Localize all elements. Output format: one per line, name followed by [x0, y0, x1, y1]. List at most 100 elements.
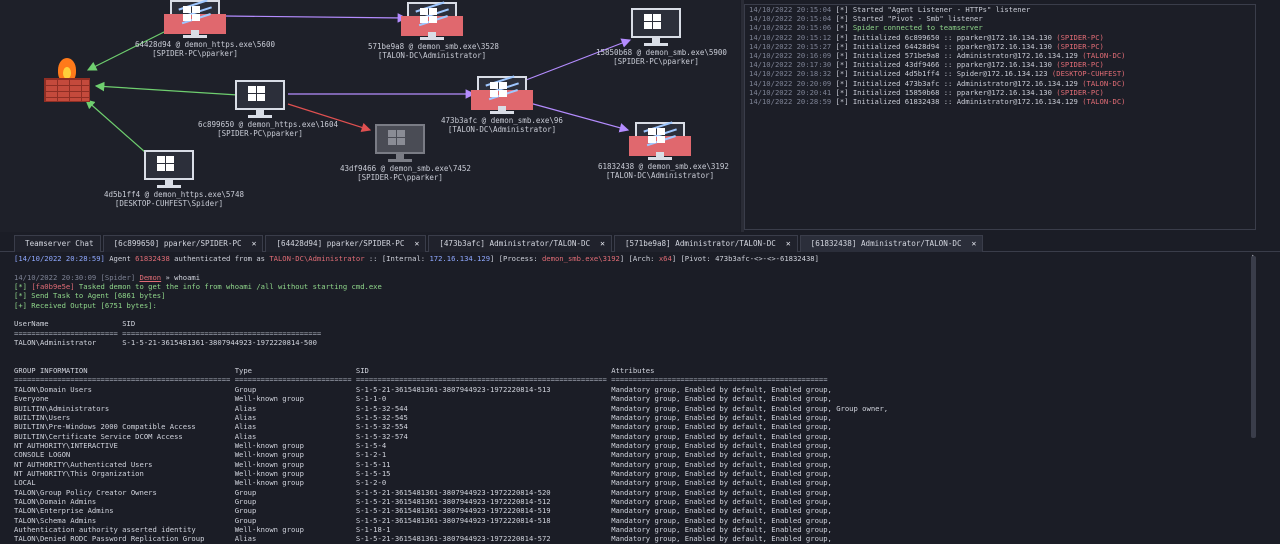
tab-1[interactable]: [6c899650] pparker/SPIDER-PC ✕	[102, 235, 264, 252]
group-cell: S-1-1-0	[355, 394, 612, 404]
agent-node-6c899650[interactable]: 6c899650 @ demon_https.exe\1604 [SPIDER-…	[198, 80, 338, 138]
close-icon[interactable]: ✕	[414, 236, 419, 252]
group-cell: S-1-5-32-545	[355, 412, 612, 422]
tab-4[interactable]: [571be9a8] Administrator/TALON-DC ✕	[613, 235, 798, 252]
event-highlight: (TALON-DC)	[1082, 97, 1126, 107]
agent-console-output[interactable]: [14/10/2022 20:28:59] Agent 61832438 aut…	[14, 254, 1250, 544]
group-cell: S-1-5-21-3615481361-3807944923-197222081…	[355, 487, 612, 497]
event-timestamp: 14/10/2022 20:15:04	[749, 14, 832, 24]
table-row: BUILTIN\Administrators Alias S-1-5-32-54…	[14, 404, 1250, 413]
event-timestamp: 14/10/2022 20:15:06	[749, 23, 832, 33]
windows-monitor-icon	[140, 150, 198, 190]
header-process-label: ] [Process:	[490, 254, 542, 263]
console-scrollbar[interactable]	[1251, 256, 1256, 438]
group-cell: NT AUTHORITY\Authenticated Users	[14, 459, 235, 469]
firewall-icon[interactable]	[44, 58, 90, 104]
event-highlight: (SPIDER-PC)	[1056, 32, 1104, 42]
table-row: LOCAL Well-known group S-1-2-0 Mandatory…	[14, 478, 1250, 487]
table-row: CONSOLE LOGON Well-known group S-1-2-1 M…	[14, 450, 1250, 459]
group-cell: CONSOLE LOGON	[14, 450, 235, 460]
header-internal-label: :: [Internal:	[364, 254, 430, 263]
event-text: Initialized 61832438 :: Administrator@17…	[852, 97, 1083, 107]
node-label-line1: 64428d94 @ demon_https.exe\5600	[135, 40, 275, 49]
event-line: 14/10/2022 20:15:06 [*] Spider connected…	[745, 23, 1255, 32]
group-cell: Mandatory group, Enabled by default, Ena…	[611, 459, 832, 469]
sid-value: S-1-5-21-3615481361-3807944923-197222081…	[122, 338, 317, 348]
table-row: Authentication authority asserted identi…	[14, 525, 1250, 534]
event-tag: [*]	[835, 23, 849, 33]
header-arch-label: ] [Arch:	[619, 254, 659, 263]
group-cell: S-1-5-21-3615481361-3807944923-197222081…	[355, 506, 612, 516]
group-cell: S-1-5-21-3615481361-3807944923-197222081…	[355, 534, 612, 544]
node-label-line1: 6c899650 @ demon_https.exe\1604	[198, 120, 338, 129]
windows-monitor-icon	[231, 80, 289, 120]
tab-label: [571be9a8] Administrator/TALON-DC	[624, 239, 776, 248]
event-timestamp: 14/10/2022 20:17:30	[749, 60, 832, 70]
node-label-line1: 4d5b1ff4 @ demon_https.exe\5748	[104, 190, 244, 199]
table-row: NT AUTHORITY\Authenticated Users Well-kn…	[14, 460, 1250, 469]
tab-2[interactable]: [64428d94] pparker/SPIDER-PC ✕	[265, 235, 427, 252]
event-tag: [*]	[835, 5, 849, 14]
table-row: TALON\Enterprise Admins Group S-1-5-21-3…	[14, 506, 1250, 515]
table-row: Everyone Well-known group S-1-1-0 Mandat…	[14, 394, 1250, 403]
event-viewer[interactable]: 14/10/2022 20:15:04 [*] Started "Agent L…	[744, 4, 1256, 230]
agent-node-43df9466[interactable]: 43df9466 @ demon_smb.exe\7452 [SPIDER-PC…	[340, 124, 471, 182]
node-label-line2: [SPIDER-PC\pparker]	[217, 129, 303, 138]
group-cell: S-1-5-15	[355, 468, 612, 478]
console-line: [+] Received Output [6751 bytes]:	[14, 301, 1250, 310]
tab-5[interactable]: [61832438] Administrator/TALON-DC ✕	[799, 235, 984, 252]
event-line: 14/10/2022 20:15:04 [*] Started "Pivot -…	[745, 14, 1255, 23]
table-row: NT AUTHORITY\INTERACTIVE Well-known grou…	[14, 441, 1250, 450]
close-icon[interactable]: ✕	[786, 236, 791, 252]
group-cell: BUILTIN\Users	[14, 412, 235, 422]
header-internal-ip: 172.16.134.129	[429, 254, 491, 263]
group-cell: Alias	[234, 534, 356, 544]
tab-0[interactable]: Teamserver Chat	[14, 235, 101, 252]
group-cell: Mandatory group, Enabled by default, Ena…	[611, 403, 889, 413]
brick-wall-icon	[44, 78, 90, 102]
console-line-prefix: [+] Received Output [6751 bytes]:	[14, 300, 157, 310]
group-col-0: GROUP INFORMATION	[14, 366, 235, 376]
group-cell: Mandatory group, Enabled by default, Ena…	[611, 487, 832, 497]
header-agent-word: Agent	[109, 254, 131, 263]
group-table: GROUP INFORMATION Type SID Attributes ===…	[14, 366, 1250, 544]
event-text: Initialized 6c899650 :: pparker@172.16.1…	[852, 32, 1057, 42]
group-cell: S-1-5-32-574	[355, 431, 612, 441]
group-cell: Everyone	[14, 394, 235, 404]
node-label-line1: 43df9466 @ demon_smb.exe\7452	[340, 164, 471, 173]
group-cell: S-1-5-4	[355, 440, 612, 450]
agent-node-571be9a8[interactable]: 571be9a8 @ demon_smb.exe\3528 [TALON-DC\…	[368, 2, 499, 60]
group-cell: TALON\Domain Admins	[14, 496, 235, 506]
header-timestamp: [14/10/2022 20:28:59]	[14, 254, 105, 263]
event-text: Initialized 571be9a8 :: Administrator@17…	[852, 51, 1083, 61]
close-icon[interactable]: ✕	[252, 236, 257, 252]
event-line: 14/10/2022 20:15:04 [*] Started "Agent L…	[745, 5, 1255, 14]
group-col-3: Attributes	[611, 366, 655, 376]
table-row: BUILTIN\Certificate Service DCOM Access …	[14, 432, 1250, 441]
table-row: NT AUTHORITY\This Organization Well-know…	[14, 469, 1250, 478]
event-line: 14/10/2022 20:20:09 [*] Initialized 473b…	[745, 79, 1255, 88]
agent-node-64428d94[interactable]: 64428d94 @ demon_https.exe\5600 [SPIDER-…	[135, 0, 275, 58]
group-cell: Alias	[234, 403, 356, 413]
event-text: Started "Pivot - Smb" listener	[852, 14, 983, 24]
group-cell: Mandatory group, Enabled by default, Ena…	[611, 506, 832, 516]
agent-node-15850b68[interactable]: 15850b68 @ demon_smb.exe\5900 [SPIDER-PC…	[596, 8, 727, 66]
session-graph[interactable]: 64428d94 @ demon_https.exe\5600 [SPIDER-…	[0, 0, 740, 232]
header-arch: x64	[658, 254, 672, 263]
windows-monitor-icon	[164, 0, 226, 40]
close-icon[interactable]: ✕	[972, 236, 977, 252]
group-cell: Well-known group	[234, 394, 356, 404]
event-highlight: (SPIDER-PC)	[1056, 87, 1104, 97]
node-label-line2: [SPIDER-PC\pparker]	[357, 173, 443, 182]
event-highlight: (TALON-DC)	[1082, 51, 1126, 61]
node-label-line2: [SPIDER-PC\pparker]	[152, 49, 238, 58]
event-highlight: (DESKTOP-CUHFEST)	[1051, 69, 1126, 79]
agent-node-61832438[interactable]: 61832438 @ demon_smb.exe\3192 [TALON-DC\…	[598, 122, 729, 180]
agent-node-4d5b1ff4[interactable]: 4d5b1ff4 @ demon_https.exe\5748 [DESKTOP…	[104, 150, 244, 208]
prompt-timestamp: 14/10/2022 20:30:09	[14, 272, 97, 282]
tab-3[interactable]: [473b3afc] Administrator/TALON-DC ✕	[428, 235, 612, 252]
close-icon[interactable]: ✕	[600, 236, 605, 252]
group-cell: S-1-5-21-3615481361-3807944923-197222081…	[355, 515, 612, 525]
group-col-1: Type	[234, 366, 356, 376]
windows-monitor-icon	[401, 2, 463, 42]
